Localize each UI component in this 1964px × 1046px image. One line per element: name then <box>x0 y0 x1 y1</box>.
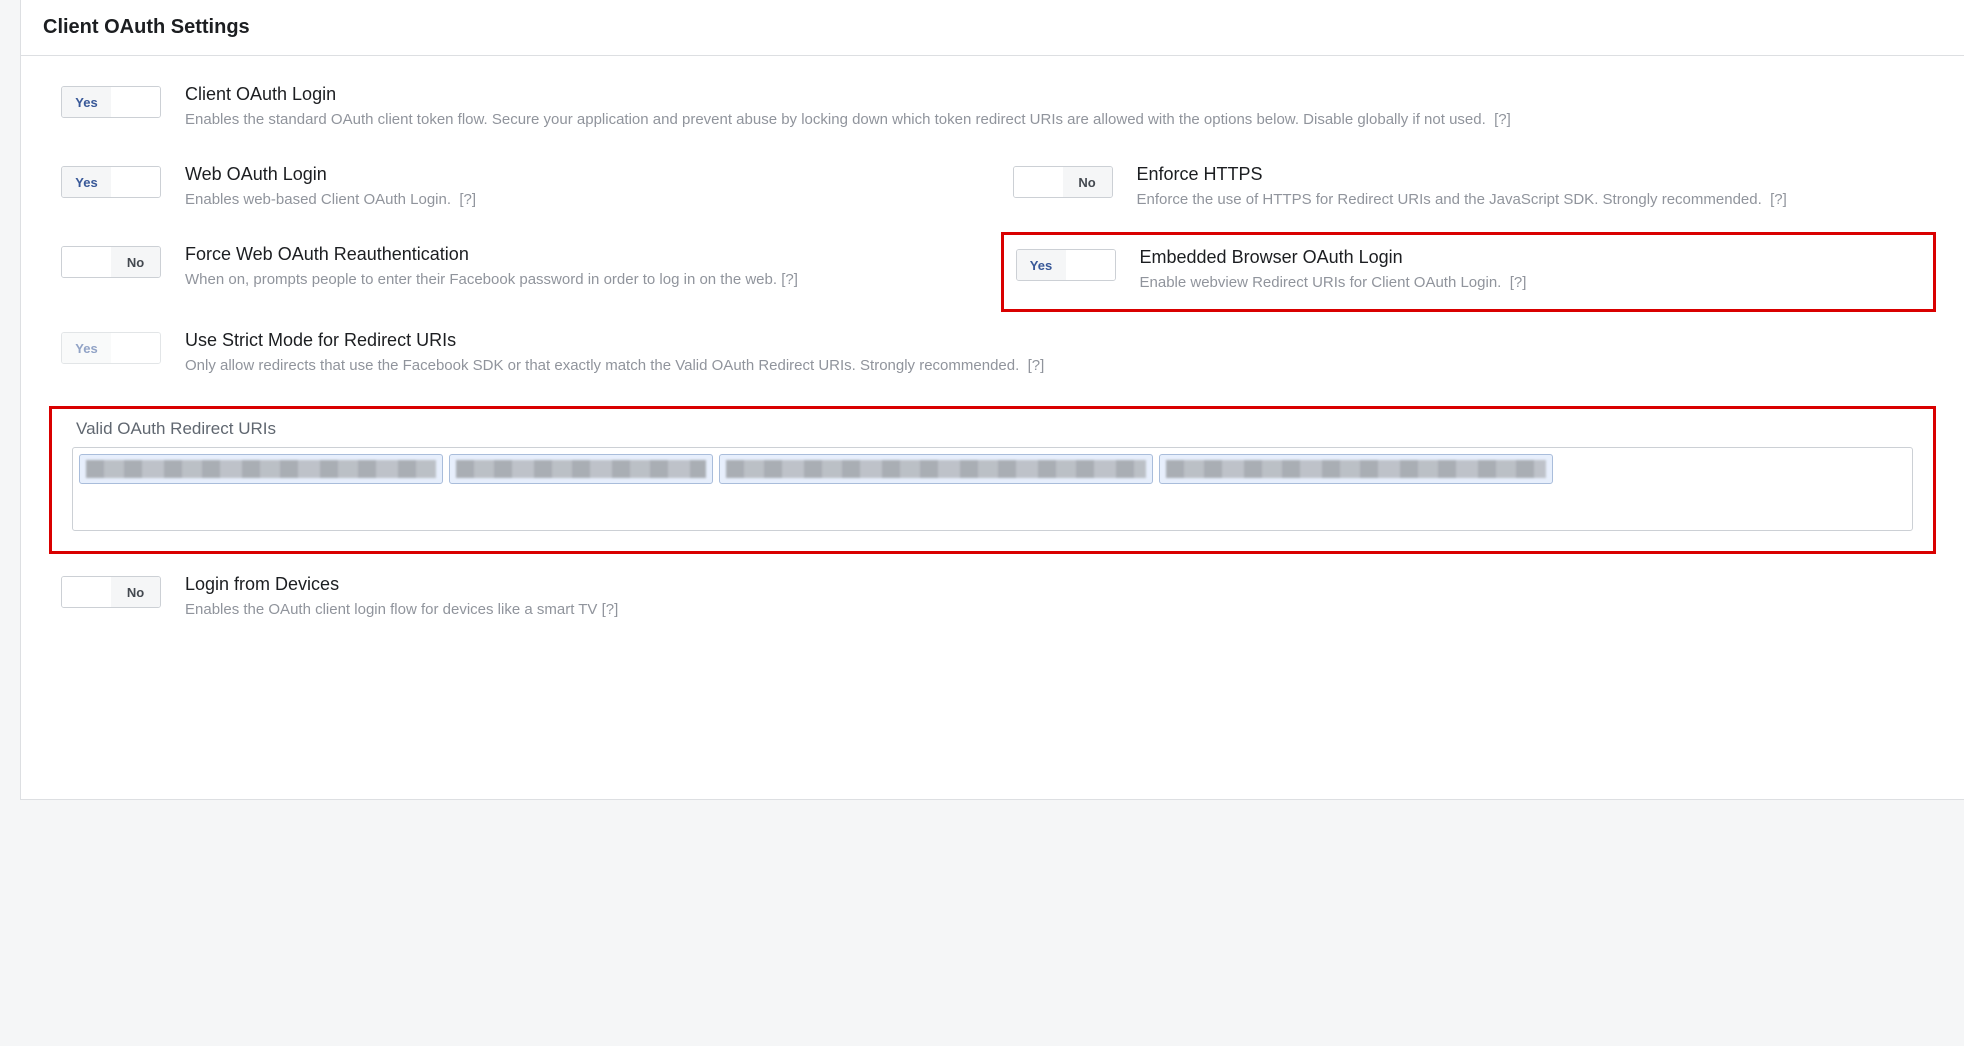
setting-client-oauth-login: Yes No Client OAuth Login Enables the st… <box>61 84 1924 130</box>
setting-strict-mode: Yes No Use Strict Mode for Redirect URIs… <box>61 330 1924 376</box>
setting-desc: Enables web-based Client OAuth Login. [?… <box>185 189 973 210</box>
toggle-yes-label: Yes <box>62 247 111 277</box>
redirect-uris-label: Valid OAuth Redirect URIs <box>76 419 1913 439</box>
toggle-no-label: No <box>111 333 160 363</box>
help-icon[interactable]: [?] <box>602 601 619 618</box>
toggle-no-label: No <box>111 577 160 607</box>
redacted-text <box>1166 460 1546 478</box>
toggle-no-label: No <box>111 87 160 117</box>
toggle-client-oauth-login[interactable]: Yes No <box>61 86 161 118</box>
toggle-enforce-https[interactable]: Yes No <box>1013 166 1113 198</box>
toggle-web-oauth-login[interactable]: Yes No <box>61 166 161 198</box>
redirect-uris-input[interactable] <box>72 447 1913 531</box>
toggle-force-reauth[interactable]: Yes No <box>61 246 161 278</box>
redirect-uri-tag[interactable] <box>449 454 713 484</box>
setting-title: Login from Devices <box>185 574 973 595</box>
highlight-embedded-browser: Yes No Embedded Browser OAuth Login Enab… <box>1001 232 1937 312</box>
setting-title: Enforce HTTPS <box>1137 164 1925 185</box>
setting-desc: When on, prompts people to enter their F… <box>185 269 973 290</box>
setting-title: Embedded Browser OAuth Login <box>1140 247 1922 268</box>
setting-desc: Only allow redirects that use the Facebo… <box>185 355 1924 376</box>
setting-title: Force Web OAuth Reauthentication <box>185 244 973 265</box>
redirect-uri-tag[interactable] <box>1159 454 1553 484</box>
toggle-yes-label: Yes <box>62 577 111 607</box>
toggle-no-label: No <box>1066 250 1115 280</box>
setting-title: Web OAuth Login <box>185 164 973 185</box>
toggle-no-label: No <box>111 247 160 277</box>
toggle-yes-label: Yes <box>62 333 111 363</box>
setting-desc: Enforce the use of HTTPS for Redirect UR… <box>1137 189 1925 210</box>
toggle-login-from-devices[interactable]: Yes No <box>61 576 161 608</box>
toggle-no-label: No <box>111 167 160 197</box>
toggle-yes-label: Yes <box>1017 250 1066 280</box>
panel-title: Client OAuth Settings <box>43 16 1942 39</box>
redacted-text <box>456 460 706 478</box>
toggle-yes-label: Yes <box>1014 167 1063 197</box>
redirect-uri-tag[interactable] <box>79 454 443 484</box>
setting-title: Client OAuth Login <box>185 84 1924 105</box>
help-icon[interactable]: [?] <box>1770 191 1787 208</box>
setting-enforce-https: Yes No Enforce HTTPS Enforce the use of … <box>1013 164 1925 210</box>
help-icon[interactable]: [?] <box>1494 111 1511 128</box>
setting-web-oauth-login: Yes No Web OAuth Login Enables web-based… <box>61 164 973 210</box>
setting-force-reauth: Yes No Force Web OAuth Reauthentication … <box>61 244 973 296</box>
redirect-uri-tag[interactable] <box>719 454 1153 484</box>
setting-embedded-browser: Yes No Embedded Browser OAuth Login Enab… <box>1016 247 1922 293</box>
toggle-yes-label: Yes <box>62 167 111 197</box>
help-icon[interactable]: [?] <box>459 191 476 208</box>
redacted-text <box>86 460 436 478</box>
highlight-redirect-uris: Valid OAuth Redirect URIs <box>49 406 1936 554</box>
toggle-no-label: No <box>1063 167 1112 197</box>
help-icon[interactable]: [?] <box>781 271 798 288</box>
setting-login-from-devices: Yes No Login from Devices Enables the OA… <box>61 574 973 620</box>
help-icon[interactable]: [?] <box>1510 274 1527 291</box>
toggle-embedded-browser[interactable]: Yes No <box>1016 249 1116 281</box>
setting-desc: Enables the OAuth client login flow for … <box>185 599 973 620</box>
setting-title: Use Strict Mode for Redirect URIs <box>185 330 1924 351</box>
redacted-text <box>726 460 1146 478</box>
help-icon[interactable]: [?] <box>1028 357 1045 374</box>
toggle-yes-label: Yes <box>62 87 111 117</box>
setting-desc: Enable webview Redirect URIs for Client … <box>1140 272 1922 293</box>
toggle-strict-mode: Yes No <box>61 332 161 364</box>
setting-desc: Enables the standard OAuth client token … <box>185 109 1924 130</box>
